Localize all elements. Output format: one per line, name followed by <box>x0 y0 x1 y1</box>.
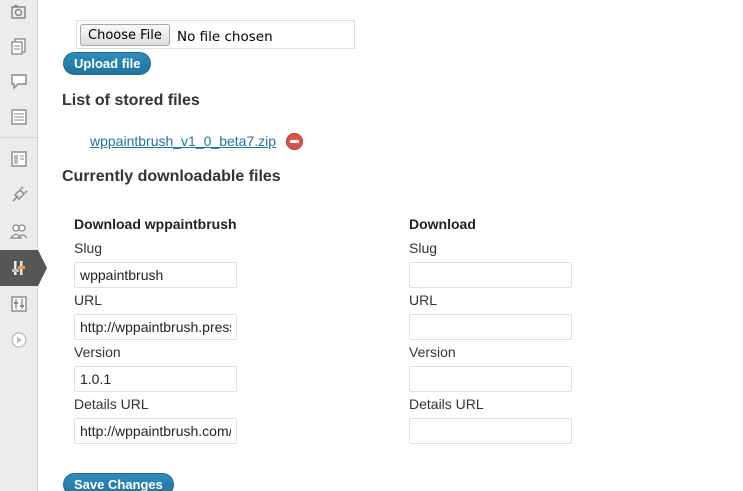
url-input[interactable] <box>74 314 237 340</box>
details-url-label: Details URL <box>74 396 149 412</box>
pages-menu-item[interactable] <box>0 28 38 64</box>
media-icon <box>11 5 26 19</box>
version-label: Version <box>409 344 456 360</box>
version-input[interactable] <box>409 366 572 392</box>
url-input[interactable] <box>409 314 572 340</box>
save-changes-button[interactable]: Save Changes <box>63 473 174 491</box>
slug-label: Slug <box>409 240 438 256</box>
collapse-menu-icon <box>11 332 27 348</box>
version-input[interactable] <box>74 366 237 392</box>
collapse-menu-button[interactable] <box>0 322 38 358</box>
appearance-menu-item[interactable] <box>0 141 38 177</box>
file-input[interactable]: Choose File No file chosen <box>76 20 355 49</box>
media-menu-item[interactable] <box>0 0 38 30</box>
pages-icon <box>11 38 26 55</box>
tools-icon <box>12 261 25 275</box>
details-url-input[interactable] <box>74 418 237 444</box>
slug-input[interactable] <box>74 262 237 288</box>
details-url-label: Details URL <box>409 396 484 412</box>
forms-menu-item[interactable] <box>0 99 38 135</box>
stored-file-link[interactable]: wppaintbrush_v1_0_beta7.zip <box>90 133 276 149</box>
plugins-menu-item[interactable] <box>0 177 38 213</box>
tools-menu-item[interactable] <box>0 250 47 286</box>
users-menu-item[interactable] <box>0 213 38 249</box>
url-label: URL <box>409 292 438 308</box>
url-label: URL <box>74 292 103 308</box>
choose-file-button[interactable]: Choose File <box>80 24 170 46</box>
plugins-icon <box>12 186 28 202</box>
download-column-title: Download <box>409 216 476 232</box>
upload-file-button[interactable]: Upload file <box>63 52 152 75</box>
admin-sidebar <box>0 0 47 491</box>
users-icon <box>9 224 28 239</box>
no-file-chosen-text: No file chosen <box>177 29 273 45</box>
slug-input[interactable] <box>409 262 572 288</box>
details-url-input[interactable] <box>409 418 572 444</box>
delete-icon[interactable] <box>286 133 303 150</box>
settings-menu-item[interactable] <box>0 286 38 322</box>
version-label: Version <box>74 344 121 360</box>
appearance-icon <box>11 151 27 167</box>
downloadable-files-heading: Currently downloadable files <box>62 168 281 185</box>
slug-label: Slug <box>74 240 103 256</box>
forms-icon <box>11 109 27 125</box>
stored-files-heading: List of stored files <box>62 92 200 109</box>
comments-icon <box>11 74 27 90</box>
settings-icon <box>11 296 27 312</box>
download-column-title: Download wppaintbrush <box>74 216 237 232</box>
comments-menu-item[interactable] <box>0 63 38 99</box>
